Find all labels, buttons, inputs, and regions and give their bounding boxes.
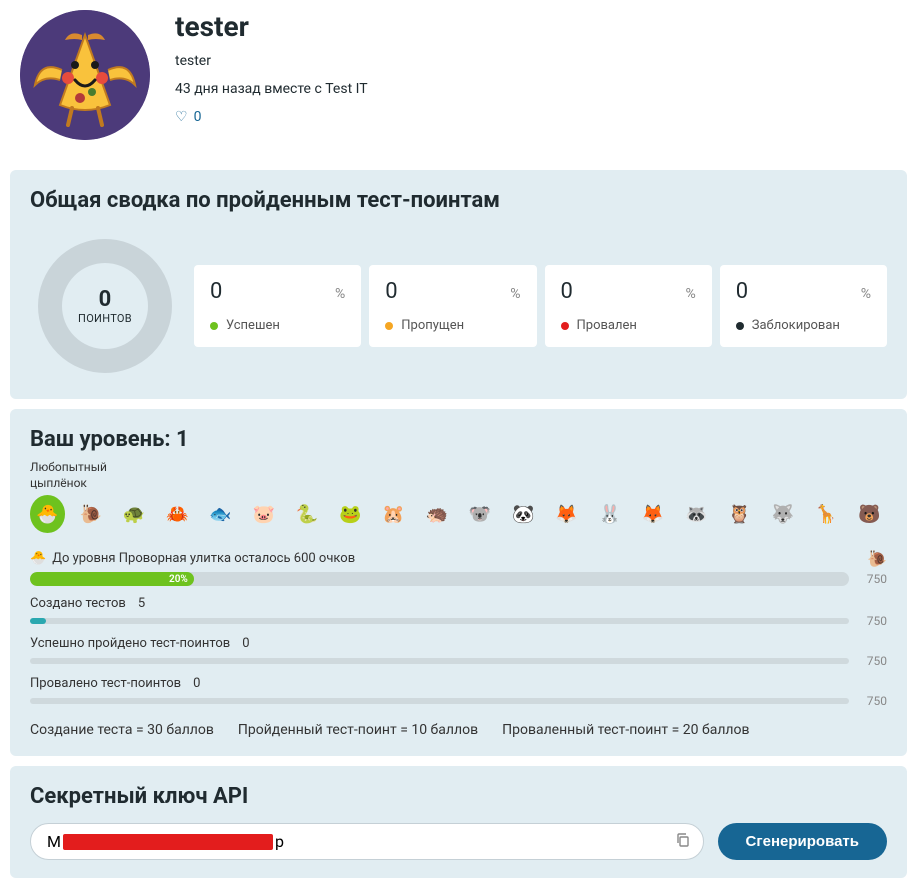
level-badge[interactable]: 🦉	[722, 495, 757, 533]
stat-label: Заблокирован	[752, 318, 840, 333]
stat-row-max: 750	[857, 694, 887, 708]
level-title: Ваш уровень: 1	[30, 427, 887, 452]
level-badge[interactable]: 🦊	[636, 495, 671, 533]
stat-box: 0 % Успешен	[194, 265, 361, 347]
level-badge[interactable]: 🐟	[203, 495, 238, 533]
level-badge[interactable]: 🦊	[549, 495, 584, 533]
stat-value: 0	[561, 279, 573, 304]
stat-box: 0 % Провален	[545, 265, 712, 347]
level-badge[interactable]: 🐰	[592, 495, 627, 533]
level-stat-row: Создано тестов 5 750	[30, 596, 887, 628]
level-name: Любопытный цыплёнок	[30, 460, 887, 491]
next-level-progress: 🐣 До уровня Проворная улитка осталось 60…	[30, 549, 887, 586]
progress-bar: 20%	[30, 572, 849, 586]
level-badge[interactable]: 🐣	[30, 495, 65, 533]
level-badge[interactable]: 🐨	[463, 495, 498, 533]
heart-icon: ♡	[175, 109, 188, 125]
level-badge[interactable]: 🐷	[246, 495, 281, 533]
level-badge[interactable]: 🦒	[809, 495, 844, 533]
summary-card: Общая сводка по пройденным тест-поинтам …	[10, 170, 907, 399]
level-stat-row: Успешно пройдено тест-поинтов 0 750	[30, 636, 887, 668]
stat-row-label: Успешно пройдено тест-поинтов	[30, 636, 230, 651]
stat-value: 0	[385, 279, 397, 304]
username: tester	[175, 53, 368, 69]
stat-pct: %	[685, 286, 695, 302]
likes-count: 0	[194, 109, 202, 125]
stat-pct: %	[861, 286, 871, 302]
badges-row: 🐣🐌🐢🦀🐟🐷🐍🐸🐹🦔🐨🐼🦊🐰🦊🦝🦉🐺🦒🐻	[30, 495, 887, 533]
level-badge[interactable]: 🐻	[852, 495, 887, 533]
stat-label: Провален	[577, 318, 637, 333]
stat-label: Пропущен	[401, 318, 464, 333]
level-card: Ваш уровень: 1 Любопытный цыплёнок 🐣🐌🐢🦀🐟…	[10, 409, 907, 756]
level-badge[interactable]: 🐌	[73, 495, 108, 533]
likes-row[interactable]: ♡ 0	[175, 109, 368, 125]
status-dot	[561, 322, 569, 330]
progress-fill: 20%	[30, 572, 194, 586]
status-dot	[385, 322, 393, 330]
level-badge[interactable]: 🐼	[506, 495, 541, 533]
stats-grid: 0 % Успешен 0 % Пропущен 0 % Провален 0 …	[194, 265, 887, 347]
display-name: tester	[175, 10, 368, 43]
points-key: Создание теста = 30 баллов Пройденный тес…	[30, 722, 887, 738]
level-badge[interactable]: 🐢	[117, 495, 152, 533]
level-badge[interactable]: 🦔	[419, 495, 454, 533]
stat-row-label: Создано тестов	[30, 596, 126, 611]
level-badge[interactable]: 🐹	[376, 495, 411, 533]
stat-value: 0	[736, 279, 748, 304]
summary-ring: 0 ПОИНТОВ	[30, 231, 180, 381]
points-key-item: Создание теста = 30 баллов	[30, 722, 214, 738]
stat-row-fill	[30, 618, 46, 624]
progress-max: 750	[857, 572, 887, 586]
stat-row-value: 5	[138, 596, 145, 611]
api-card: Секретный ключ API M p Сгенерировать	[10, 766, 907, 878]
api-key-redacted	[63, 834, 273, 850]
snail-icon: 🐌	[867, 549, 887, 568]
level-badge[interactable]: 🐺	[765, 495, 800, 533]
stat-row-max: 750	[857, 614, 887, 628]
level-badge[interactable]: 🐸	[333, 495, 368, 533]
level-badge[interactable]: 🐍	[290, 495, 325, 533]
stat-row-value: 0	[193, 676, 200, 691]
level-badge[interactable]: 🦝	[679, 495, 714, 533]
generate-button[interactable]: Сгенерировать	[718, 823, 887, 860]
tenure-text: 43 дня назад вместе с Test IT	[175, 81, 368, 97]
summary-title: Общая сводка по пройденным тест-поинтам	[30, 188, 887, 213]
stat-pct: %	[510, 286, 520, 302]
stat-pct: %	[335, 286, 345, 302]
stat-value: 0	[210, 279, 222, 304]
stat-row-bar	[30, 698, 849, 704]
level-stat-row: Провалено тест-поинтов 0 750	[30, 676, 887, 708]
next-level-text: До уровня Проворная улитка осталось 600 …	[52, 551, 355, 566]
stat-row-label: Провалено тест-поинтов	[30, 676, 181, 691]
api-key-field[interactable]: M p	[30, 823, 704, 860]
ring-value: 0	[78, 287, 132, 312]
stat-row-bar	[30, 658, 849, 664]
status-dot	[736, 322, 744, 330]
stat-row-max: 750	[857, 654, 887, 668]
stat-row-value: 0	[242, 636, 249, 651]
status-dot	[210, 322, 218, 330]
stat-row-bar	[30, 618, 849, 624]
chick-icon: 🐣	[30, 551, 46, 566]
copy-icon[interactable]	[675, 832, 691, 852]
stat-box: 0 % Заблокирован	[720, 265, 887, 347]
api-key-suffix: p	[275, 832, 284, 851]
api-title: Секретный ключ API	[30, 784, 887, 809]
profile-header: tester tester 43 дня назад вместе с Test…	[0, 0, 917, 160]
points-key-item: Проваленный тест-поинт = 20 баллов	[502, 722, 749, 738]
stat-label: Успешен	[226, 318, 280, 333]
profile-info: tester tester 43 дня назад вместе с Test…	[175, 10, 368, 125]
api-key-prefix: M	[47, 832, 61, 851]
stat-box: 0 % Пропущен	[369, 265, 536, 347]
level-badge[interactable]: 🦀	[160, 495, 195, 533]
ring-label: ПОИНТОВ	[78, 312, 132, 325]
avatar	[20, 10, 150, 140]
points-key-item: Пройденный тест-поинт = 10 баллов	[238, 722, 478, 738]
avatar-illustration	[20, 10, 150, 140]
